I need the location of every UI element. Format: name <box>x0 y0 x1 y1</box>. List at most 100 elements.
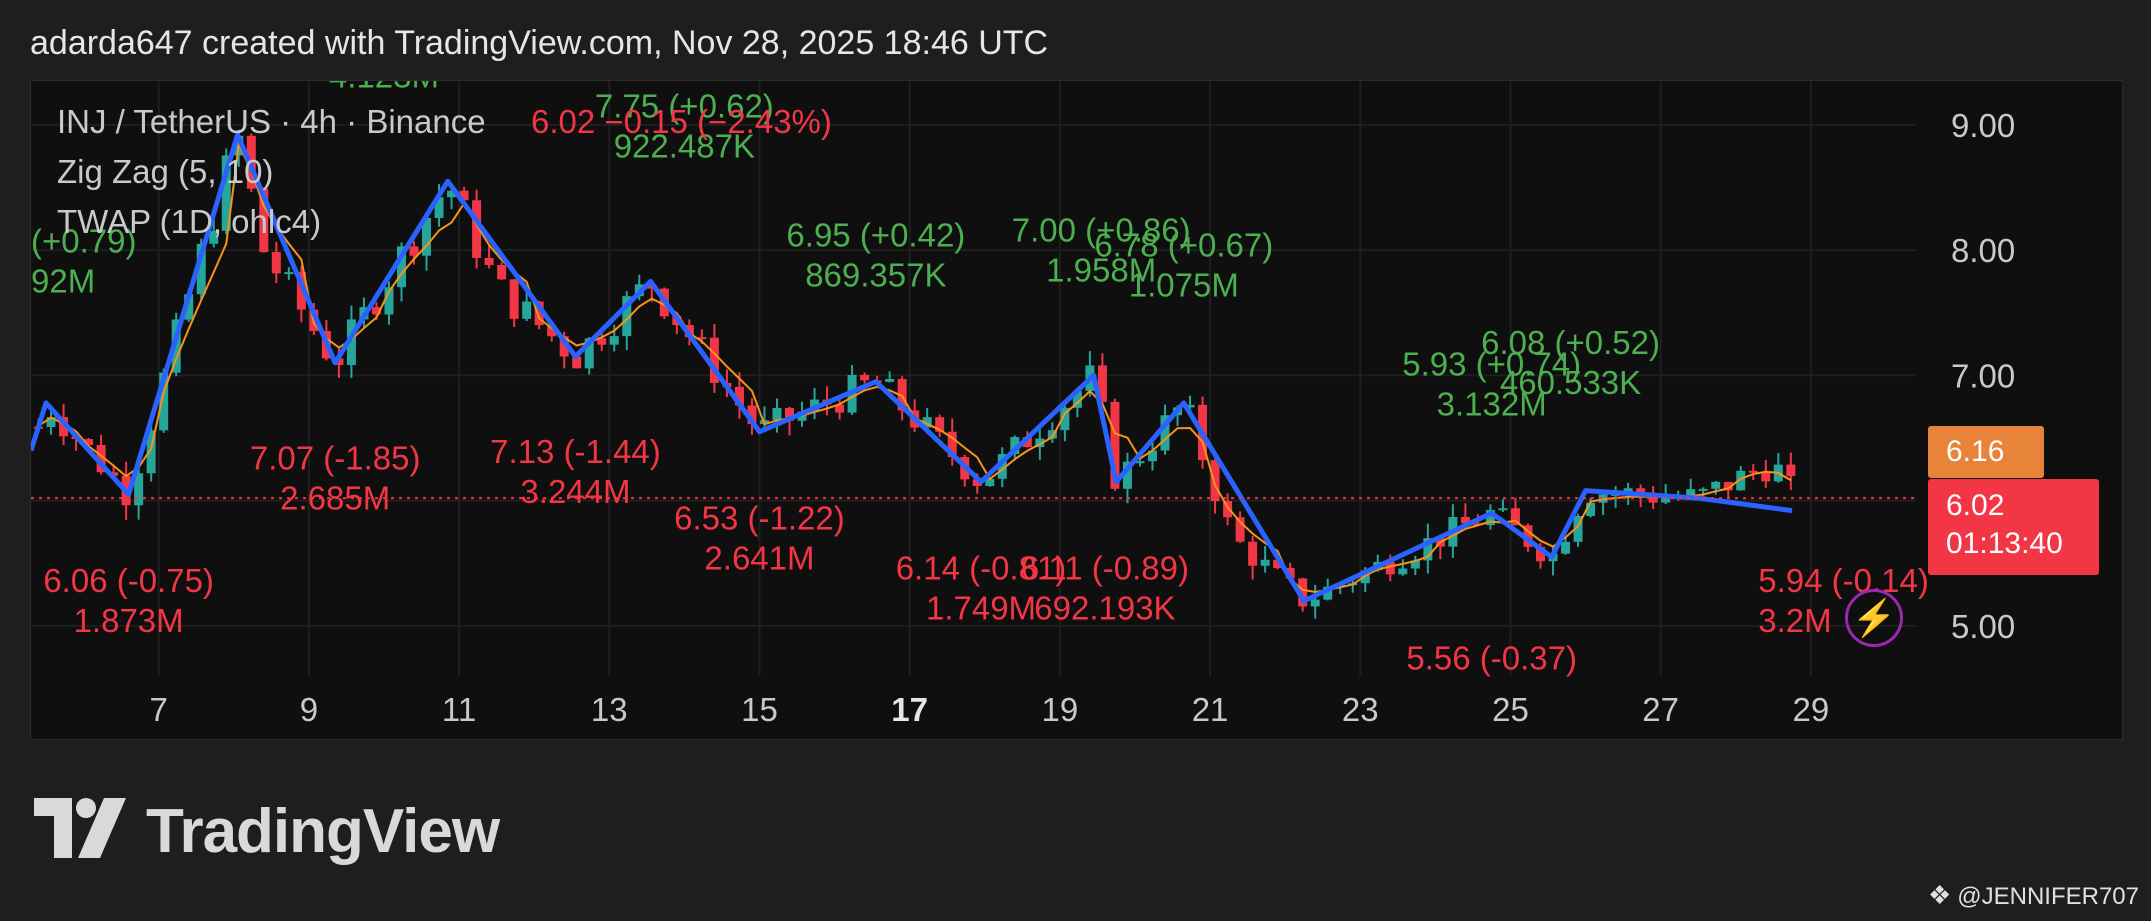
candle-body <box>772 407 782 421</box>
candle <box>1410 555 1420 576</box>
pivot-label-line: 3.244M <box>520 473 630 510</box>
pivot-label-line: 7.07 (-1.85) <box>250 439 421 476</box>
candle-body <box>1561 541 1571 554</box>
chart-header: adarda647 created with TradingView.com, … <box>30 24 1049 62</box>
candle-body <box>1498 508 1508 511</box>
pivot-label-line: 1.075M <box>1129 266 1239 303</box>
x-tick-label: 7 <box>149 691 167 728</box>
pivot-label: 4.123M <box>329 81 439 94</box>
pivot-label: 6.95 (+0.42) 869.357K <box>786 216 965 293</box>
x-tick-label: 25 <box>1492 691 1529 728</box>
pivot-label-line: 3.2M <box>1758 602 1831 639</box>
candle-body <box>1248 541 1258 566</box>
legend-symbol[interactable]: INJ / TetherUS · 4h · Binance <box>57 103 486 153</box>
diamond-logo-icon: ❖ <box>1927 880 1952 910</box>
candle-body <box>1210 460 1220 502</box>
last-price: 6.02 <box>1946 489 2005 522</box>
candle <box>284 267 294 280</box>
pivot-label: 6.06 (-0.75) 1.873M <box>43 562 214 639</box>
pivot-label-line: 6.08 (+0.52) <box>1481 324 1660 361</box>
legend-twap[interactable]: TWAP (1D, ohlc4) <box>57 203 486 253</box>
candle-body <box>1786 464 1796 477</box>
candle <box>1773 453 1783 483</box>
candle-body <box>1398 568 1408 575</box>
y-tick-label: 7.00 <box>1951 357 2015 394</box>
candle <box>1122 452 1132 504</box>
candle <box>1786 452 1796 491</box>
y-tick-label: 9.00 <box>1951 107 2015 144</box>
y-tick-label: 8.00 <box>1951 232 2015 269</box>
candle <box>1423 523 1433 574</box>
pivot-label-line: 6.78 (+0.67) <box>1094 226 1273 263</box>
candle <box>897 376 907 421</box>
candle-body <box>497 265 507 280</box>
pivot-label-line: 6.11 (-0.89) <box>1021 550 1189 587</box>
x-tick-label: 29 <box>1793 691 1830 728</box>
candle-body <box>885 378 895 382</box>
candle <box>935 414 945 437</box>
pivot-label: 5.56 (-0.37) <box>1406 640 1577 677</box>
candle <box>860 372 870 384</box>
chart-panel[interactable]: (+0.79)92M4.123M7.75 (+0.62)922.487K6.95… <box>30 80 2123 740</box>
candle <box>1460 503 1470 524</box>
pivot-label-line: 6.06 (-0.75) <box>43 562 214 599</box>
candle-body <box>284 272 294 275</box>
pivot-label-line: 2.641M <box>704 539 814 576</box>
legend-zigzag[interactable]: Zig Zag (5, 10) <box>57 153 486 203</box>
candle <box>1235 511 1245 543</box>
candle-body <box>1711 481 1721 489</box>
pivot-label-line: 1.873M <box>74 602 184 639</box>
chart-legend: INJ / TetherUS · 4h · Binance Zig Zag (5… <box>57 103 486 253</box>
x-tick-label: 23 <box>1342 691 1379 728</box>
candle <box>509 279 519 327</box>
pivot-label-line: 692.193K <box>1034 590 1175 627</box>
candle <box>1761 459 1771 488</box>
candle <box>1248 536 1258 580</box>
x-tick-label: 13 <box>591 691 628 728</box>
x-tick-label: 11 <box>442 691 476 728</box>
x-tick-label: 9 <box>300 691 318 728</box>
lightning-icon[interactable]: ⚡ <box>1845 589 1903 647</box>
bar-countdown: 01:13:40 <box>1946 527 2063 560</box>
candle <box>1310 584 1320 619</box>
pivot-label-line: 6.95 (+0.42) <box>786 216 965 253</box>
pivot-label-line: 1.749M <box>926 590 1036 627</box>
tradingview-wordmark: TradingView <box>146 797 500 866</box>
x-tick-label: 21 <box>1192 691 1229 728</box>
candle <box>709 324 719 393</box>
pivot-label-line: 7.13 (-1.44) <box>490 433 661 470</box>
tradingview-mark-icon <box>34 798 126 858</box>
watermark: ❖ @JENNIFER707 <box>1928 880 2139 911</box>
candle <box>885 371 895 383</box>
pivot-label: 7.07 (-1.85) 2.685M <box>250 439 421 516</box>
pivot-label: 7.13 (-1.44) 3.244M <box>490 433 661 510</box>
candle-body <box>1698 488 1708 491</box>
pivot-label-line: 869.357K <box>805 256 946 293</box>
candle <box>1748 464 1758 481</box>
pivot-label-line: 6.53 (-1.22) <box>674 499 845 536</box>
candle-body <box>1260 559 1270 566</box>
pivot-label-line: 92M <box>31 263 95 300</box>
candle-body <box>522 301 532 319</box>
candle-body <box>271 252 281 274</box>
pivot-label-line: 5.56 (-0.37) <box>1406 640 1577 677</box>
pivot-label: 5.94 (-0.14) 3.2M <box>1758 562 1929 639</box>
ohlc-readout: 6.02 −0.15 (−2.43%) <box>531 103 832 140</box>
candle <box>1398 559 1408 576</box>
x-tick-label: 19 <box>1042 691 1079 728</box>
candle-body <box>860 374 870 381</box>
candle-body <box>509 279 519 319</box>
x-axis: 7 9 11 13 15 17 19 21 23 25 27 29 <box>149 691 1829 728</box>
y-tick-label: 5.00 <box>1951 608 2015 645</box>
x-tick-label: 17 <box>891 691 928 728</box>
x-tick-label: 27 <box>1642 691 1679 728</box>
pivot-label: 6.11 (-0.89) 692.193K <box>1021 550 1189 627</box>
pivot-label-line: 460.533K <box>1500 364 1641 401</box>
candle-body <box>609 336 619 345</box>
pivot-label-line: 4.123M <box>329 81 439 94</box>
x-tick-label: 15 <box>741 691 778 728</box>
candle-body <box>484 257 494 266</box>
twap-price-badge: 6.16 <box>1928 426 2044 478</box>
candle <box>497 262 507 280</box>
candle <box>810 387 820 420</box>
